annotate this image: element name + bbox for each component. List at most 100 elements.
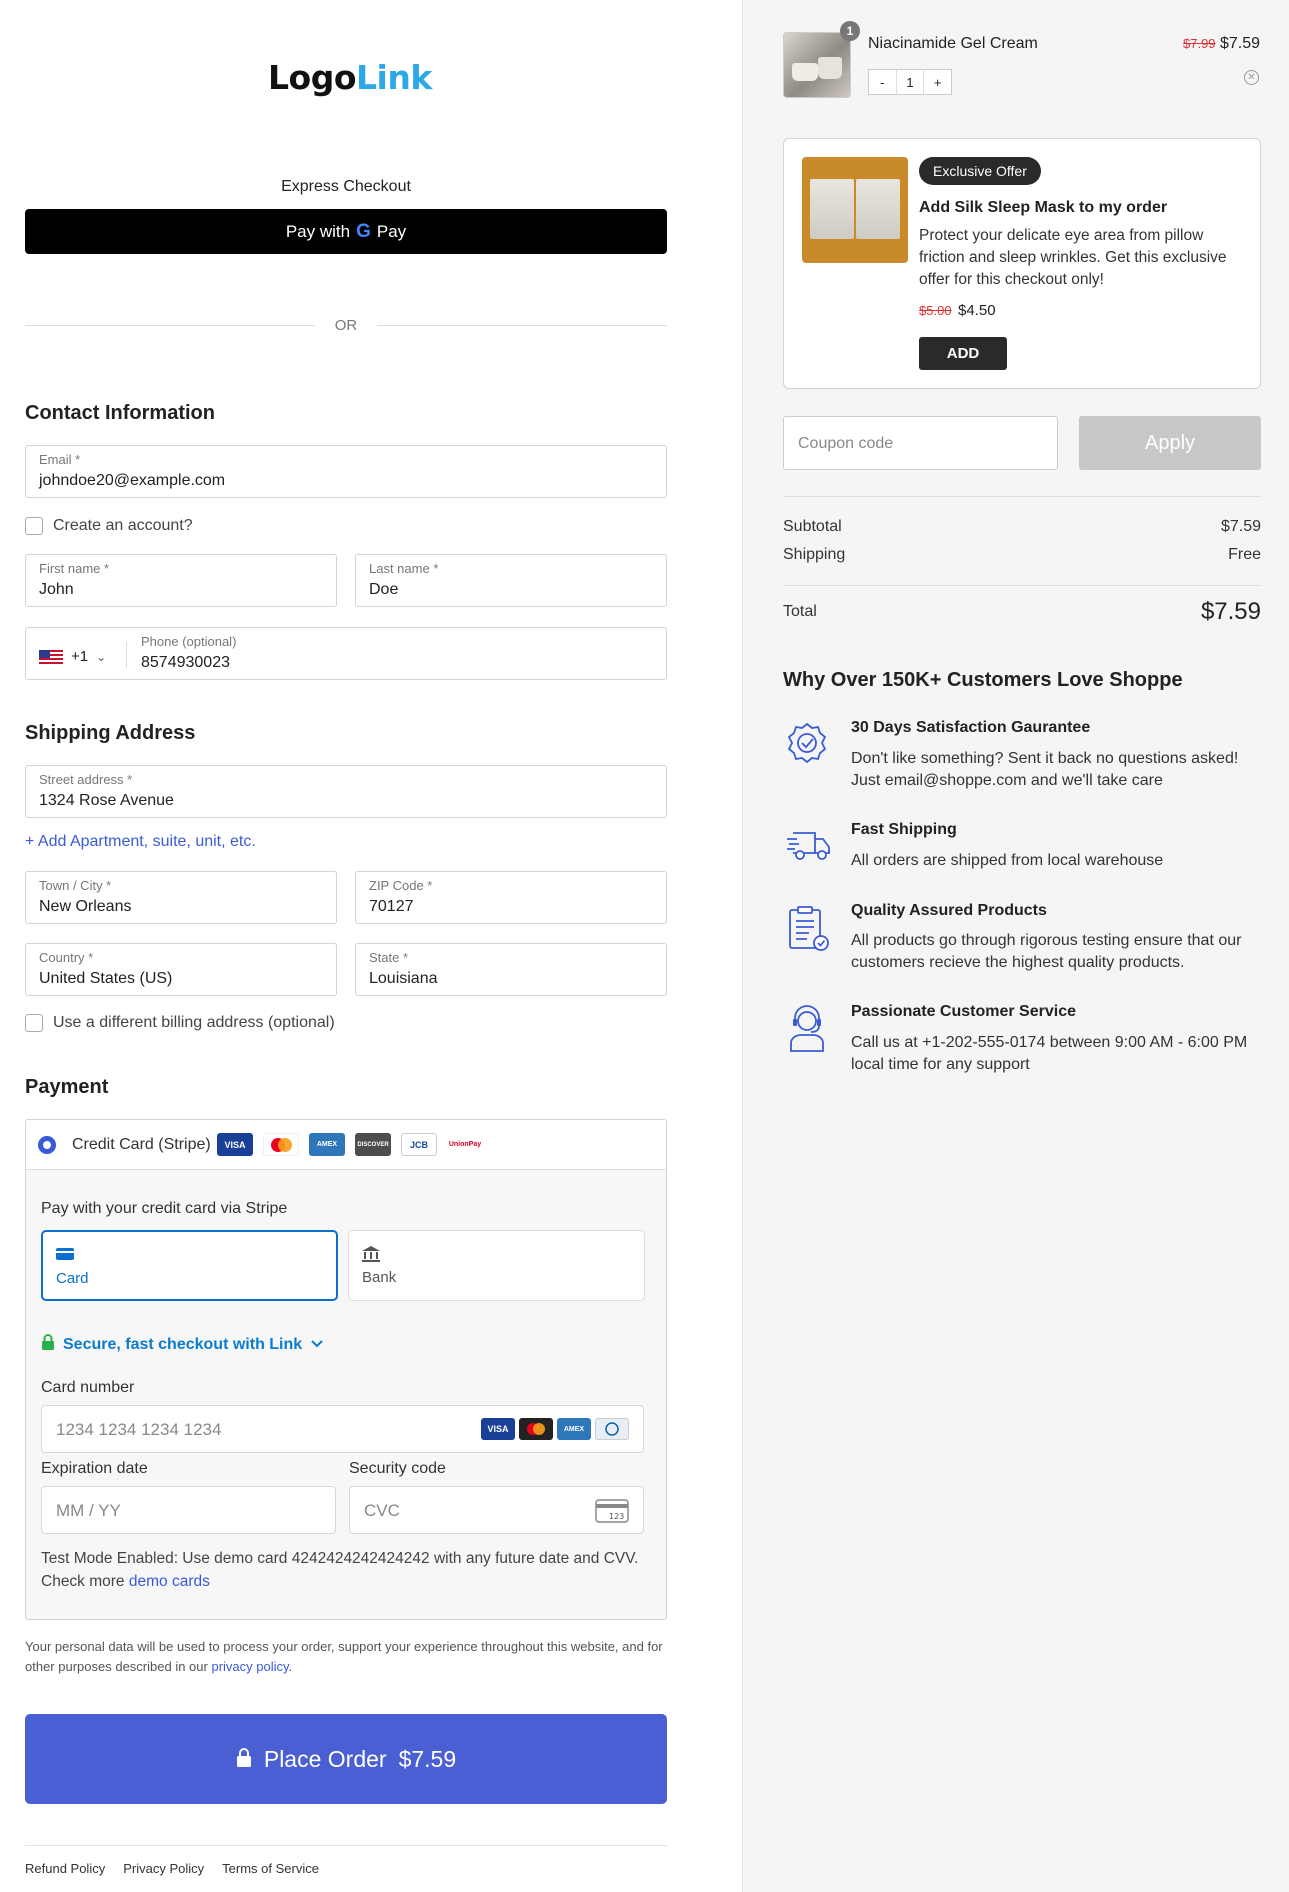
coupon-placeholder: Coupon code [798,435,894,452]
site-logo[interactable]: LogoLink [268,58,432,97]
contact-section-title: Contact Information [25,402,215,424]
product-name: Niacinamide Gel Cream [868,35,1038,52]
town-value: New Orleans [39,898,132,915]
feature-title: Quality Assured Products [851,902,1047,919]
feature-title: Passionate Customer Service [851,1003,1076,1020]
feature-desc: All orders are shipped from local wareho… [851,852,1164,869]
zip-code-field[interactable]: ZIP Code * 70127 [355,871,667,924]
offer-old-price: $5.00 [919,303,952,318]
shipping-label: Shipping [783,546,846,563]
checkbox-box[interactable] [25,1014,43,1032]
feature-desc: Call us at +1-202-555-0174 between 9:00 … [851,1034,1248,1073]
total-row: Total $7.59 [783,598,1261,626]
last-name-value: Doe [369,581,399,598]
offer-title: Add Silk Sleep Mask to my order [919,199,1168,216]
order-summary-panel: 1 Niacinamide Gel Cream $7.99 $7.59 - 1 … [742,0,1289,1892]
country-code-select[interactable]: +1 ⌄ [39,648,106,665]
cvc-label: Security code [349,1460,446,1477]
state-value: Louisiana [369,970,438,987]
create-account-label: Create an account? [53,517,193,534]
phone-field[interactable]: +1 ⌄ Phone (optional) 8574930023 [25,627,667,680]
state-label: State * [369,950,409,965]
phone-value: 8574930023 [141,654,230,671]
coupon-input[interactable]: Coupon code [783,416,1058,470]
country-select[interactable]: Country * United States (US) [25,943,337,996]
shipping-section-title: Shipping Address [25,722,196,744]
bank-tab-label: Bank [362,1269,397,1286]
headset-agent-icon [785,1005,829,1052]
cvc-card-icon: 123 [595,1499,629,1528]
privacy-policy-footer-link[interactable]: Privacy Policy [123,1861,204,1876]
feature-title: 30 Days Satisfaction Gaurantee [851,719,1091,736]
product-thumbnail [783,32,851,98]
feature-desc: All products go through rigorous testing… [851,932,1242,971]
bank-tab[interactable]: Bank [348,1230,645,1301]
street-value: 1324 Rose Avenue [39,792,174,809]
payment-radio[interactable] [38,1136,56,1154]
truck-icon [785,825,830,869]
card-tab-label: Card [56,1270,89,1287]
payment-method-row[interactable]: Credit Card (Stripe) VISA AMEX DISCOVER … [26,1120,666,1170]
jcb-icon: JCB [401,1133,437,1156]
privacy-policy-link[interactable]: privacy policy [211,1659,288,1674]
discover-icon: DISCOVER [355,1133,391,1156]
shipping-value: Free [1228,546,1261,563]
google-pay-button-label: Pay with [285,221,351,241]
town-city-field[interactable]: Town / City * New Orleans [25,871,337,924]
refund-policy-link[interactable]: Refund Policy [25,1861,105,1876]
cart-count-badge: 1 [840,21,860,41]
demo-cards-link[interactable]: demo cards [129,1573,210,1590]
card-number-input[interactable]: 1234 1234 1234 1234 VISA AMEX [41,1405,644,1453]
us-flag-icon [39,649,63,664]
mastercard-icon [519,1418,553,1440]
first-name-field[interactable]: First name * John [25,554,337,607]
qty-plus-button[interactable]: + [924,70,951,94]
qty-minus-button[interactable]: - [869,70,896,94]
plus-icon: + [25,833,35,850]
stripe-link-toggle[interactable]: Secure, fast checkout with Link [41,1334,324,1355]
different-billing-checkbox[interactable]: Use a different billing address (optiona… [25,1014,335,1032]
apply-coupon-button[interactable]: Apply [1079,416,1261,470]
zip-label: ZIP Code * [369,878,433,893]
card-number-label: Card number [41,1379,135,1396]
bank-icon [362,1246,380,1267]
stripe-subtitle: Pay with your credit card via Stripe [41,1200,288,1217]
credit-card-icon [56,1247,74,1266]
why-customers-title: Why Over 150K+ Customers Love Shoppe [783,669,1183,691]
last-name-field[interactable]: Last name * Doe [355,554,667,607]
email-field[interactable]: Email * johndoe20@example.com [25,445,667,498]
google-pay-button[interactable]: Pay with G Pay [25,209,667,254]
visa-icon: VISA [217,1133,253,1156]
card-tab[interactable]: Card [41,1230,338,1301]
state-select[interactable]: State * Louisiana [355,943,667,996]
subtotal-value: $7.59 [1220,518,1261,535]
country-label: Country * [39,950,94,965]
first-name-label: First name * [39,561,110,576]
or-divider: OR [25,317,667,334]
total-label: Total [783,603,817,620]
payment-section-title: Payment [25,1076,109,1098]
last-name-label: Last name * [369,561,439,576]
different-billing-label: Use a different billing address (optiona… [53,1014,335,1031]
expiry-input[interactable]: MM / YY [41,1486,336,1534]
privacy-text: Your personal data will be used to proce… [25,1639,663,1674]
add-offer-button[interactable]: ADD [919,337,1007,370]
offer-product-image [802,157,908,263]
place-order-button[interactable]: Place Order $7.59 [25,1714,667,1804]
country-code: +1 [71,648,89,665]
create-account-checkbox[interactable]: Create an account? [25,517,193,535]
footer-links: Refund Policy Privacy Policy Terms of Se… [25,1861,319,1876]
street-address-field[interactable]: Street address * 1324 Rose Avenue [25,765,667,818]
remove-item-icon[interactable]: ✕ [1244,70,1259,85]
upsell-offer-card: Exclusive Offer Add Silk Sleep Mask to m… [783,138,1261,389]
terms-of-service-link[interactable]: Terms of Service [222,1861,319,1876]
amex-icon: AMEX [557,1418,591,1440]
zip-value: 70127 [369,898,414,915]
lock-icon [236,1746,252,1773]
qty-value[interactable]: 1 [895,70,925,94]
clipboard-check-icon [785,905,829,951]
add-apartment-link[interactable]: + Add Apartment, suite, unit, etc. [25,833,256,851]
feature-desc: Don't like something? Sent it back no qu… [851,750,1239,789]
checkbox-box[interactable] [25,517,43,535]
cvc-input[interactable]: CVC 123 [349,1486,644,1534]
